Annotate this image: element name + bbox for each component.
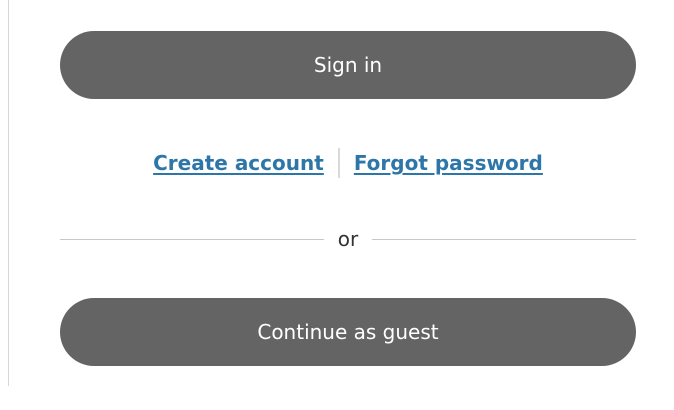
divider-line-right xyxy=(372,238,636,240)
create-account-link[interactable]: Create account xyxy=(153,151,324,175)
or-divider: or xyxy=(60,226,636,252)
account-links: Create account Forgot password xyxy=(60,146,636,180)
divider-label: or xyxy=(337,227,359,251)
auth-panel: Sign in Create account Forgot password o… xyxy=(0,0,674,410)
panel-left-border xyxy=(8,0,9,386)
continue-as-guest-button[interactable]: Continue as guest xyxy=(60,298,636,366)
sign-in-button[interactable]: Sign in xyxy=(60,31,636,99)
forgot-password-link[interactable]: Forgot password xyxy=(354,151,543,175)
link-separator xyxy=(337,148,340,178)
divider-line-left xyxy=(60,238,324,240)
